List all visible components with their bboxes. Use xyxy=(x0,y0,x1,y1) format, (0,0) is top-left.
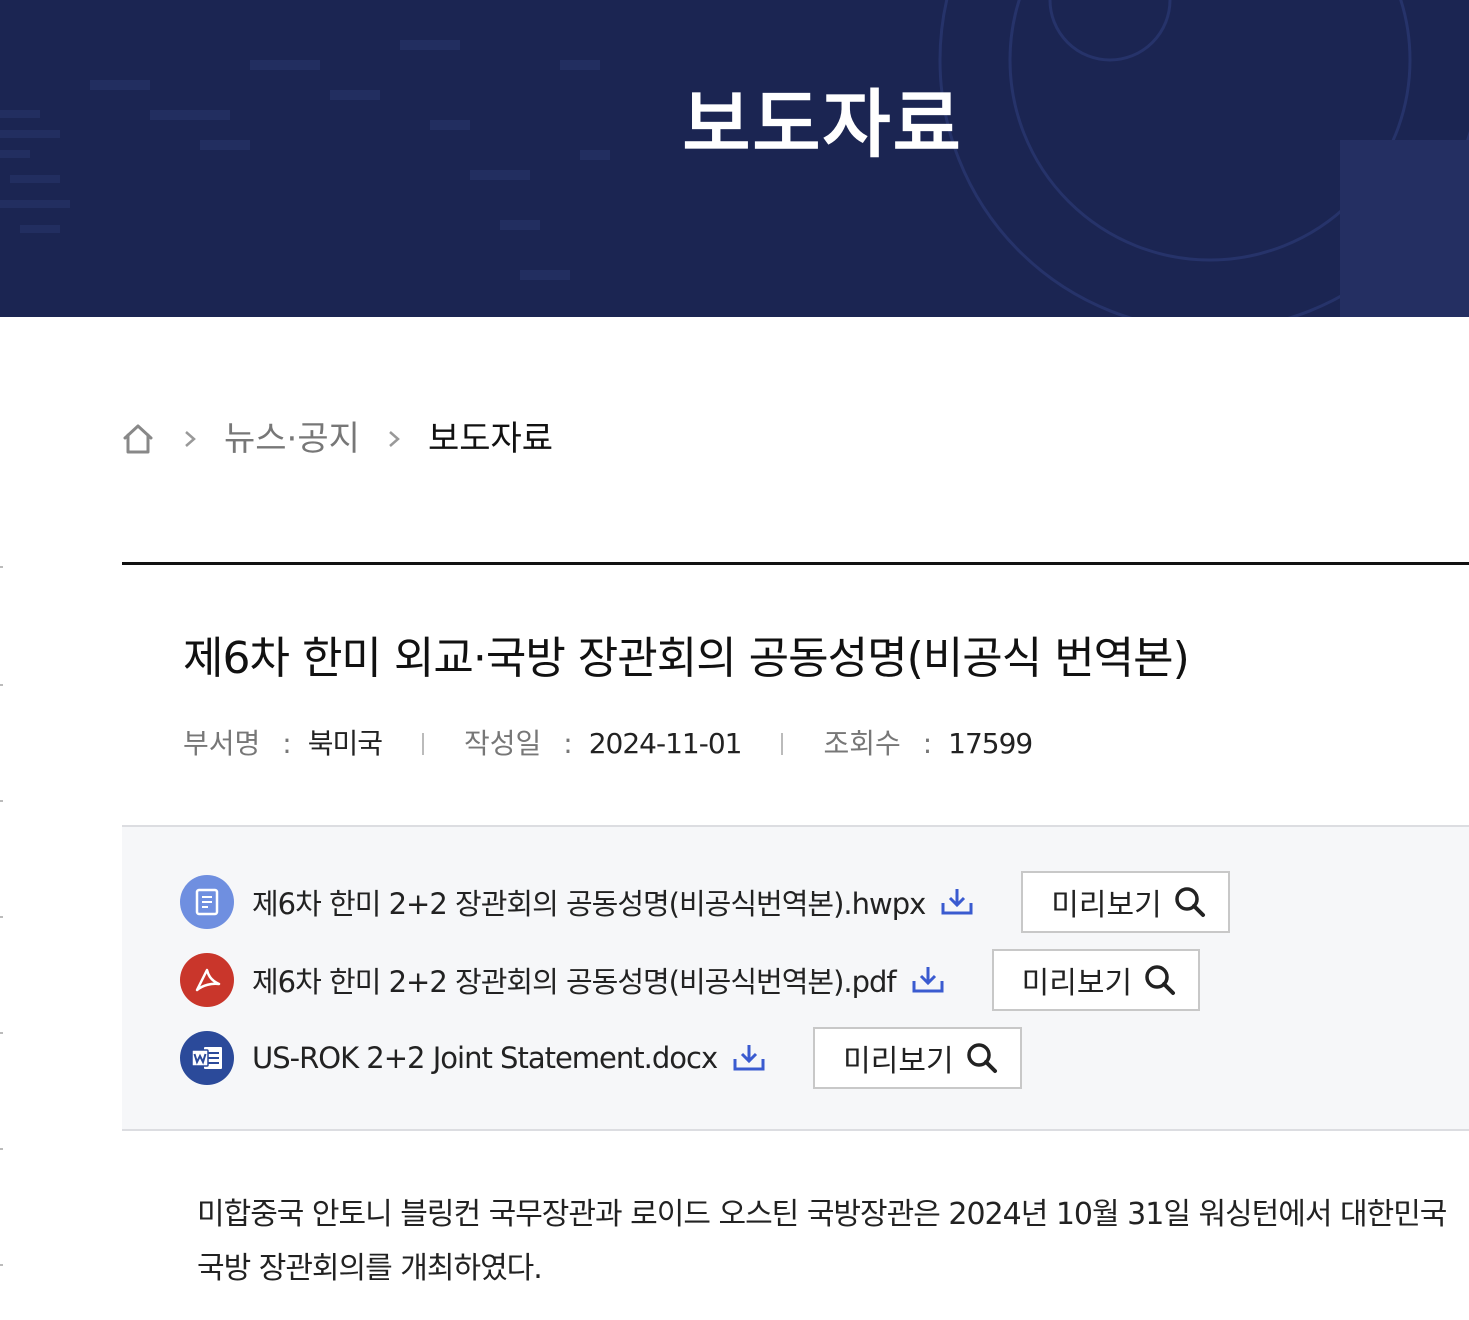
pdf-icon xyxy=(180,953,234,1007)
views-label: 조회수 xyxy=(823,727,901,760)
search-icon xyxy=(1174,886,1206,918)
search-icon xyxy=(966,1042,998,1074)
preview-button[interactable]: 미리보기 xyxy=(991,949,1201,1011)
attachment-item-pdf: 제6차 한미 2+2 장관회의 공동성명(비공식번역본).pdf 미리보기 xyxy=(180,949,1201,1011)
date-label: 작성일 xyxy=(464,727,542,760)
preview-button-label: 미리보기 xyxy=(1021,966,1133,1001)
meta-divider xyxy=(422,733,424,755)
article-title: 제6차 한미 외교·국방 장관회의 공동성명(비공식 번역본) xyxy=(183,633,1190,684)
download-icon[interactable] xyxy=(731,1040,767,1076)
chevron-right-icon xyxy=(382,427,406,451)
meta-colon: : xyxy=(563,727,573,760)
preview-button-label: 미리보기 xyxy=(843,1044,954,1079)
department-label: 부서명 xyxy=(183,727,261,760)
article-meta: 부서명 : 북미국 작성일 : 2024-11-01 조회수 : 17599 xyxy=(183,724,1033,764)
preview-button[interactable]: 미리보기 xyxy=(1021,871,1230,933)
preview-button-label: 미리보기 xyxy=(1051,888,1162,923)
body-line: 국방 장관회의를 개최하였다. xyxy=(197,1251,543,1286)
meta-colon: : xyxy=(282,727,292,760)
attachment-filename[interactable]: 제6차 한미 2+2 장관회의 공동성명(비공식번역본).hwpx xyxy=(252,881,926,923)
attachment-filename[interactable]: US-ROK 2+2 Joint Statement.docx xyxy=(252,1041,718,1075)
download-icon[interactable] xyxy=(939,884,975,920)
hero-title: 보도자료 xyxy=(682,82,963,168)
home-icon[interactable] xyxy=(120,421,156,457)
search-icon xyxy=(1144,964,1176,996)
meta-divider xyxy=(781,733,784,755)
views-value: 17599 xyxy=(948,727,1033,760)
attachment-item-docx: US-ROK 2+2 Joint Statement.docx 미리보기 xyxy=(180,1027,1022,1089)
chevron-right-icon xyxy=(178,427,202,451)
attachment-item-hwpx: 제6차 한미 2+2 장관회의 공동성명(비공식번역본).hwpx 미리보기 xyxy=(180,871,1230,933)
hwp-document-icon xyxy=(180,875,234,929)
body-line: 미합중국 안토니 블링컨 국무장관과 로이드 오스틴 국방장관은 2024년 1… xyxy=(197,1197,1447,1232)
attachment-list: 제6차 한미 2+2 장관회의 공동성명(비공식번역본).hwpx 미리보기 제… xyxy=(122,825,1469,1131)
date-value: 2024-11-01 xyxy=(588,727,743,760)
preview-button[interactable]: 미리보기 xyxy=(813,1027,1022,1089)
breadcrumb: 뉴스·공지 보도자료 xyxy=(120,414,553,464)
breadcrumb-item-news[interactable]: 뉴스·공지 xyxy=(224,414,360,464)
page-edge-marks xyxy=(0,566,3,1266)
word-icon xyxy=(180,1031,234,1085)
divider xyxy=(122,562,1469,565)
meta-colon: : xyxy=(922,727,933,760)
article-body: 미합중국 안토니 블링컨 국무장관과 로이드 오스틴 국방장관은 2024년 1… xyxy=(197,1188,1469,1296)
hero-banner: 보도자료 xyxy=(0,0,1469,317)
attachment-filename[interactable]: 제6차 한미 2+2 장관회의 공동성명(비공식번역본).pdf xyxy=(252,959,897,1001)
download-icon[interactable] xyxy=(910,962,946,998)
breadcrumb-item-current[interactable]: 보도자료 xyxy=(428,414,553,464)
department-value: 북미국 xyxy=(307,727,383,760)
